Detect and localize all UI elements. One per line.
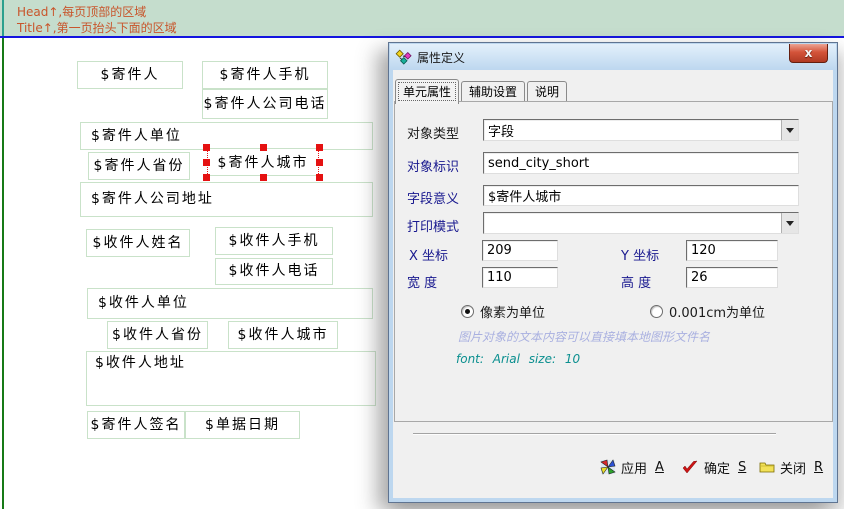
field-box-sender[interactable]: $寄件人 xyxy=(77,61,183,89)
print-mode-label: 打印模式 xyxy=(407,216,459,235)
resize-handle-e[interactable] xyxy=(316,159,323,166)
close-accel: R xyxy=(814,460,823,475)
object-type-label: 对象类型 xyxy=(407,123,459,142)
tab-aux-settings[interactable]: 辅助设置 xyxy=(461,81,525,102)
field-box-sender-company-phone[interactable]: $寄件人公司电话 xyxy=(202,89,328,119)
tab-cell-properties[interactable]: 单元属性 xyxy=(395,79,459,104)
resize-handle-n[interactable] xyxy=(260,144,267,151)
field-box-recipient-name[interactable]: $收件人姓名 xyxy=(86,229,190,257)
field-box-recipient-mobile[interactable]: $收件人手机 xyxy=(215,227,333,255)
designer-screen: Head↑,每页顶部的区域 Title↑,第一页抬头下面的区域 $寄件人 $寄件… xyxy=(0,0,844,509)
resize-handle-s[interactable] xyxy=(260,174,267,181)
y-coord-input[interactable] xyxy=(686,240,778,261)
field-box-sender-province[interactable]: $寄件人省份 xyxy=(88,152,190,180)
tab-description[interactable]: 说明 xyxy=(527,81,567,102)
apply-label: 应用 xyxy=(621,458,647,477)
width-label: 宽 度 xyxy=(407,272,437,291)
dialog-title: 属性定义 xyxy=(417,49,465,66)
image-object-hint: 图片对象的文本内容可以直接填本地图形文件名 xyxy=(458,328,710,345)
resize-handle-sw[interactable] xyxy=(203,174,210,181)
chevron-down-icon[interactable] xyxy=(781,120,798,140)
field-box-sender-city[interactable]: $寄件人城市 xyxy=(207,148,319,176)
x-coord-label: X 坐标 xyxy=(409,245,448,264)
band-separator-line xyxy=(0,36,844,38)
dialog-titlebar[interactable]: 属性定义 xyxy=(390,44,836,70)
resize-handle-se[interactable] xyxy=(316,174,323,181)
close-button[interactable]: 关闭 R xyxy=(759,455,823,479)
print-mode-select[interactable] xyxy=(483,212,799,234)
field-box-recipient-phone[interactable]: $收件人电话 xyxy=(215,258,333,285)
radio-pixel-units[interactable]: 像素为单位 xyxy=(461,302,545,321)
close-icon[interactable]: x xyxy=(789,44,828,63)
object-id-label: 对象标识 xyxy=(407,156,459,175)
tabpage-cell-properties: 对象类型 字段 对象标识 字段意义 打印模式 X 坐标 xyxy=(394,101,833,422)
height-label: 高 度 xyxy=(621,272,651,291)
radio-cm-label: 0.001cm为单位 xyxy=(669,302,765,321)
object-type-select[interactable]: 字段 xyxy=(483,119,799,141)
button-separator xyxy=(413,433,776,435)
resize-handle-nw[interactable] xyxy=(203,144,210,151)
dialog-client-area: 单元属性 辅助设置 说明 对象类型 字段 对象标识 字段意义 打印模式 xyxy=(393,70,833,498)
apply-button[interactable]: 应用 A xyxy=(600,455,664,479)
ok-button[interactable]: 确定 S xyxy=(682,455,746,479)
radio-pixel-label: 像素为单位 xyxy=(480,302,545,321)
field-meaning-label: 字段意义 xyxy=(407,188,459,207)
radio-cm-units[interactable]: 0.001cm为单位 xyxy=(650,302,765,321)
radio-dot-icon xyxy=(461,305,474,318)
field-box-sender-company-address[interactable]: $寄件人公司地址 xyxy=(80,182,373,217)
height-input[interactable] xyxy=(686,267,778,288)
left-margin-line-top xyxy=(2,0,4,36)
left-margin-line xyxy=(2,38,4,509)
field-box-sender-signature[interactable]: $寄件人签名 xyxy=(87,411,185,439)
field-box-recipient-unit[interactable]: $收件人单位 xyxy=(87,288,373,319)
field-meaning-input[interactable] xyxy=(483,185,799,206)
folder-icon xyxy=(759,460,775,474)
property-dialog: 属性定义 x 单元属性 辅助设置 说明 对象类型 字段 对象标识 字段意义 xyxy=(388,42,838,503)
field-box-recipient-city[interactable]: $收件人城市 xyxy=(228,321,338,349)
tab-strip: 单元属性 辅助设置 说明 xyxy=(395,79,569,102)
width-input[interactable] xyxy=(482,267,558,288)
dialog-diamonds-icon xyxy=(395,49,412,66)
pinwheel-icon xyxy=(600,459,616,475)
band-title-label: Title↑,第一页抬头下面的区域 xyxy=(17,19,177,36)
band-head-label: Head↑,每页顶部的区域 xyxy=(17,3,146,20)
band-header-strip: Head↑,每页顶部的区域 Title↑,第一页抬头下面的区域 xyxy=(0,0,844,36)
field-box-doc-date[interactable]: $单据日期 xyxy=(185,411,300,439)
x-coord-input[interactable] xyxy=(482,240,558,261)
resize-handle-ne[interactable] xyxy=(316,144,323,151)
object-type-value: 字段 xyxy=(484,121,781,140)
chevron-down-icon[interactable] xyxy=(781,213,798,233)
radio-dot-icon xyxy=(650,305,663,318)
checkmark-icon xyxy=(682,460,699,475)
ok-accel: S xyxy=(738,460,746,475)
ok-label: 确定 xyxy=(704,458,730,477)
object-id-input[interactable] xyxy=(483,152,799,174)
apply-accel: A xyxy=(655,460,664,475)
field-box-recipient-address[interactable]: $收件人地址 xyxy=(86,351,376,406)
font-hint: font: Arial size: 10 xyxy=(456,352,580,366)
resize-handle-w[interactable] xyxy=(203,159,210,166)
y-coord-label: Y 坐标 xyxy=(621,245,659,264)
field-box-recipient-province[interactable]: $收件人省份 xyxy=(107,321,208,349)
close-label: 关闭 xyxy=(780,458,806,477)
field-box-sender-mobile[interactable]: $寄件人手机 xyxy=(202,61,328,89)
field-box-sender-city-selected[interactable]: $寄件人城市 xyxy=(203,144,323,181)
